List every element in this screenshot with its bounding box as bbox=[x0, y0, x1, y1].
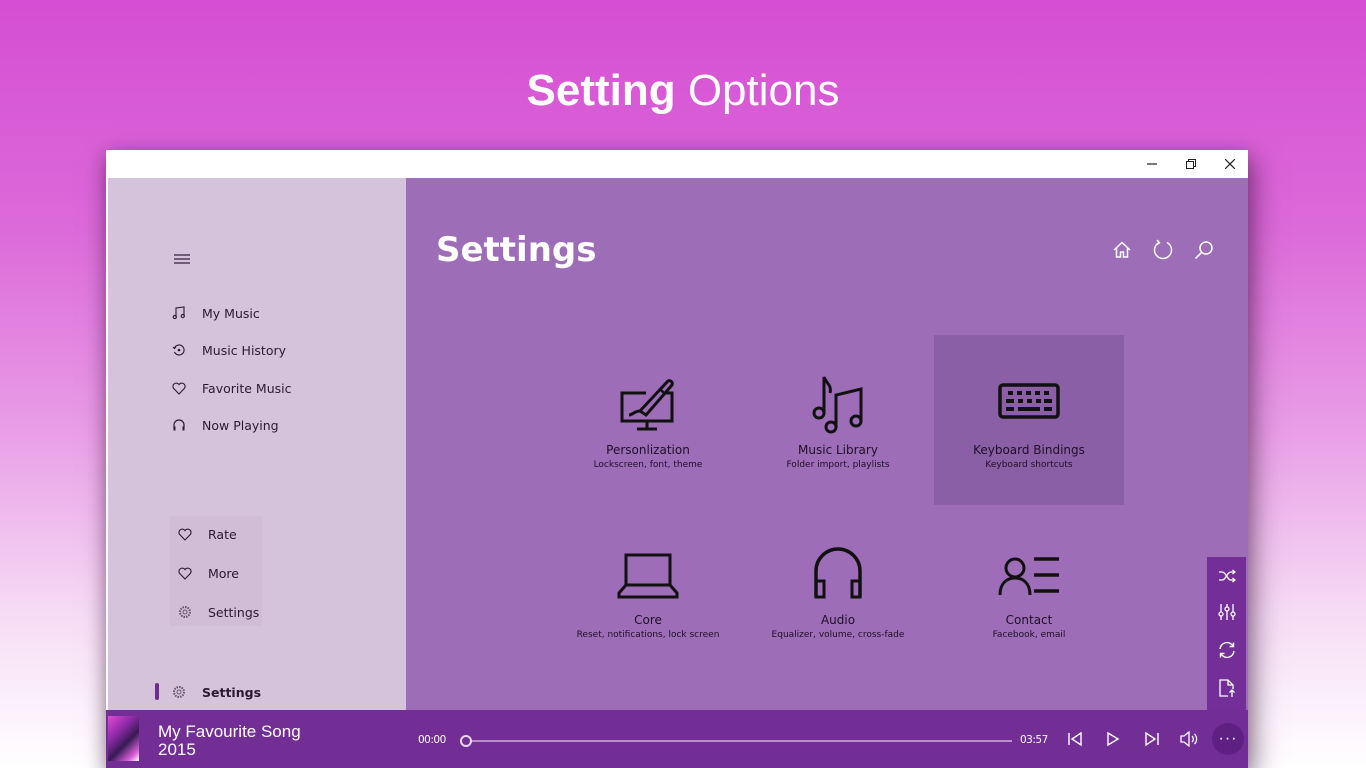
headphones-icon bbox=[170, 416, 188, 434]
home-button[interactable] bbox=[1110, 238, 1134, 262]
tile-title: Personlization bbox=[606, 443, 690, 457]
tile-subtitle: Equalizer, volume, cross-fade bbox=[771, 630, 905, 640]
sidebar-item-label: Now Playing bbox=[202, 417, 279, 433]
tile-title: Keyboard Bindings bbox=[973, 443, 1085, 457]
heart-icon bbox=[176, 525, 194, 543]
laptop-icon bbox=[617, 553, 679, 599]
minimize-icon bbox=[1147, 163, 1157, 165]
progress-thumb[interactable] bbox=[460, 735, 472, 747]
title-bar bbox=[106, 150, 1248, 178]
tile-core[interactable]: Core Reset, notifications, lock screen bbox=[553, 505, 743, 675]
heart-icon bbox=[176, 564, 194, 582]
close-button[interactable] bbox=[1210, 150, 1250, 178]
export-file-button[interactable] bbox=[1207, 669, 1246, 707]
sidebar-item-settings[interactable]: Settings bbox=[170, 678, 261, 706]
more-options-button[interactable]: ··· bbox=[1212, 723, 1244, 755]
side-toolbar bbox=[1207, 557, 1246, 710]
tile-subtitle: Keyboard shortcuts bbox=[985, 460, 1073, 470]
contact-icon bbox=[998, 557, 1059, 596]
album-art[interactable] bbox=[108, 716, 139, 761]
hero-title-rest: Options bbox=[675, 66, 840, 115]
gear-icon bbox=[170, 683, 188, 701]
search-icon bbox=[1194, 241, 1213, 260]
elapsed-time: 00:00 bbox=[418, 734, 446, 746]
sidebar-item-label: Settings bbox=[208, 604, 260, 620]
progress-slider[interactable] bbox=[460, 735, 1012, 747]
hamburger-button[interactable] bbox=[174, 251, 190, 264]
repeat-icon bbox=[1218, 641, 1235, 659]
tile-music-library[interactable]: Music Library Folder import, playlists bbox=[743, 335, 933, 505]
sidebar: My Music Music History Favorite Music No… bbox=[108, 178, 406, 710]
hero-title-bold: Setting bbox=[526, 66, 676, 115]
player-bar: My Favourite Song 2015 00:00 03:57 ··· bbox=[106, 710, 1248, 768]
play-button[interactable] bbox=[1101, 727, 1125, 751]
tile-audio[interactable]: Audio Equalizer, volume, cross-fade bbox=[743, 505, 933, 675]
restore-icon bbox=[1186, 159, 1196, 169]
tile-subtitle: Reset, notifications, lock screen bbox=[576, 630, 720, 640]
settings-main: Settings Personlization Lockscreen, font… bbox=[406, 178, 1248, 710]
music-note-icon bbox=[170, 304, 188, 322]
refresh-button[interactable] bbox=[1151, 238, 1175, 262]
sidebar-item-label: My Music bbox=[202, 305, 260, 321]
headphones-icon bbox=[814, 547, 862, 599]
tile-subtitle: Lockscreen, font, theme bbox=[593, 460, 703, 470]
tile-subtitle: Facebook, email bbox=[992, 630, 1066, 640]
sidebar-item-favorite-music[interactable]: Favorite Music bbox=[170, 374, 292, 402]
sidebar-item-more[interactable]: More bbox=[176, 559, 239, 587]
sidebar-item-music-history[interactable]: Music History bbox=[170, 336, 286, 364]
next-button[interactable] bbox=[1140, 727, 1164, 751]
next-icon bbox=[1145, 731, 1159, 747]
music-notes-icon bbox=[812, 376, 863, 434]
play-icon bbox=[1107, 731, 1120, 747]
heart-icon bbox=[170, 379, 188, 397]
shuffle-icon bbox=[1218, 569, 1236, 583]
previous-button[interactable] bbox=[1063, 727, 1087, 751]
sidebar-item-label: Settings bbox=[202, 684, 262, 700]
refresh-icon bbox=[1153, 239, 1173, 260]
song-title: My Favourite Song bbox=[158, 722, 301, 741]
tile-title: Audio bbox=[820, 613, 856, 627]
sidebar-item-now-playing[interactable]: Now Playing bbox=[170, 411, 279, 439]
volume-icon bbox=[1180, 731, 1198, 747]
sidebar-item-settings-secondary[interactable]: Settings bbox=[176, 598, 259, 626]
page-title: Settings bbox=[436, 230, 597, 270]
duration-time: 03:57 bbox=[1020, 734, 1048, 746]
tile-keyboard-bindings[interactable]: Keyboard Bindings Keyboard shortcuts bbox=[934, 335, 1124, 505]
active-indicator bbox=[155, 683, 159, 700]
volume-button[interactable] bbox=[1178, 727, 1202, 751]
shuffle-button[interactable] bbox=[1207, 557, 1246, 595]
hamburger-icon bbox=[174, 254, 190, 264]
history-icon bbox=[170, 341, 188, 359]
home-icon bbox=[1113, 241, 1131, 258]
equalizer-button[interactable] bbox=[1207, 593, 1246, 631]
tile-title: Music Library bbox=[798, 443, 878, 457]
song-year: 2015 bbox=[158, 740, 196, 759]
sidebar-secondary-group: Rate More Settings bbox=[170, 516, 262, 626]
tile-contact[interactable]: Contact Facebook, email bbox=[934, 505, 1124, 675]
monitor-brush-icon bbox=[620, 379, 674, 431]
equalizer-icon bbox=[1217, 604, 1236, 620]
close-icon bbox=[1225, 159, 1235, 169]
tile-personalization[interactable]: Personlization Lockscreen, font, theme bbox=[553, 335, 743, 505]
gear-icon bbox=[176, 603, 194, 621]
sidebar-item-label: More bbox=[208, 565, 239, 581]
tile-title: Contact bbox=[1005, 613, 1053, 627]
app-window: My Music Music History Favorite Music No… bbox=[106, 150, 1248, 768]
keyboard-icon bbox=[998, 383, 1060, 419]
restore-button[interactable] bbox=[1171, 150, 1211, 178]
sidebar-item-label: Music History bbox=[202, 342, 287, 358]
tile-subtitle: Folder import, playlists bbox=[786, 460, 890, 470]
sidebar-item-rate[interactable]: Rate bbox=[176, 520, 237, 548]
minimize-button[interactable] bbox=[1132, 150, 1172, 178]
previous-icon bbox=[1068, 731, 1082, 747]
sidebar-item-label: Favorite Music bbox=[202, 380, 292, 396]
sidebar-item-my-music[interactable]: My Music bbox=[170, 299, 260, 327]
export-file-icon bbox=[1218, 679, 1235, 697]
hero-title: Setting Options bbox=[0, 66, 1366, 116]
sidebar-item-label: Rate bbox=[208, 526, 237, 542]
search-button[interactable] bbox=[1192, 238, 1216, 262]
repeat-button[interactable] bbox=[1207, 631, 1246, 669]
tile-title: Core bbox=[634, 613, 662, 627]
